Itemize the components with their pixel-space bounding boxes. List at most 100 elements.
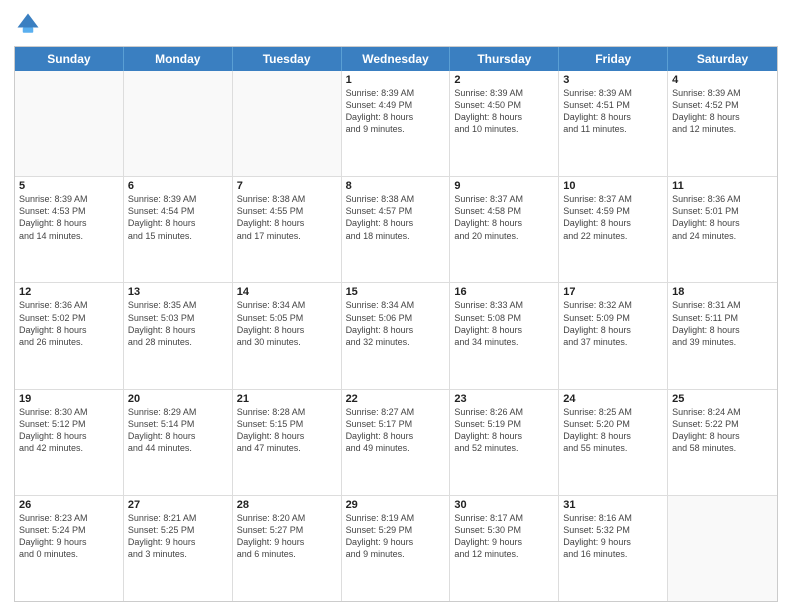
header-day: Thursday <box>450 47 559 71</box>
calendar-cell <box>668 496 777 601</box>
day-number: 22 <box>346 393 446 405</box>
header-day: Monday <box>124 47 233 71</box>
day-number: 28 <box>237 499 337 511</box>
page: SundayMondayTuesdayWednesdayThursdayFrid… <box>0 0 792 612</box>
calendar-cell: 15Sunrise: 8:34 AM Sunset: 5:06 PM Dayli… <box>342 283 451 388</box>
calendar-cell: 29Sunrise: 8:19 AM Sunset: 5:29 PM Dayli… <box>342 496 451 601</box>
logo <box>14 10 46 38</box>
day-number: 2 <box>454 74 554 86</box>
day-number: 20 <box>128 393 228 405</box>
cell-info: Sunrise: 8:33 AM Sunset: 5:08 PM Dayligh… <box>454 299 554 348</box>
cell-info: Sunrise: 8:28 AM Sunset: 5:15 PM Dayligh… <box>237 406 337 455</box>
cell-info: Sunrise: 8:23 AM Sunset: 5:24 PM Dayligh… <box>19 512 119 561</box>
day-number: 7 <box>237 180 337 192</box>
day-number: 13 <box>128 286 228 298</box>
day-number: 5 <box>19 180 119 192</box>
calendar-cell: 31Sunrise: 8:16 AM Sunset: 5:32 PM Dayli… <box>559 496 668 601</box>
day-number: 24 <box>563 393 663 405</box>
calendar-cell: 8Sunrise: 8:38 AM Sunset: 4:57 PM Daylig… <box>342 177 451 282</box>
logo-icon <box>14 10 42 38</box>
day-number: 31 <box>563 499 663 511</box>
calendar: SundayMondayTuesdayWednesdayThursdayFrid… <box>14 46 778 602</box>
calendar-cell <box>15 71 124 176</box>
day-number: 10 <box>563 180 663 192</box>
calendar-cell: 3Sunrise: 8:39 AM Sunset: 4:51 PM Daylig… <box>559 71 668 176</box>
calendar-cell <box>124 71 233 176</box>
cell-info: Sunrise: 8:16 AM Sunset: 5:32 PM Dayligh… <box>563 512 663 561</box>
calendar-cell: 6Sunrise: 8:39 AM Sunset: 4:54 PM Daylig… <box>124 177 233 282</box>
header-day: Saturday <box>668 47 777 71</box>
cell-info: Sunrise: 8:38 AM Sunset: 4:55 PM Dayligh… <box>237 193 337 242</box>
calendar-cell: 1Sunrise: 8:39 AM Sunset: 4:49 PM Daylig… <box>342 71 451 176</box>
header-day: Wednesday <box>342 47 451 71</box>
calendar-cell: 17Sunrise: 8:32 AM Sunset: 5:09 PM Dayli… <box>559 283 668 388</box>
calendar-cell: 10Sunrise: 8:37 AM Sunset: 4:59 PM Dayli… <box>559 177 668 282</box>
calendar-cell: 28Sunrise: 8:20 AM Sunset: 5:27 PM Dayli… <box>233 496 342 601</box>
cell-info: Sunrise: 8:37 AM Sunset: 4:59 PM Dayligh… <box>563 193 663 242</box>
calendar-cell: 19Sunrise: 8:30 AM Sunset: 5:12 PM Dayli… <box>15 390 124 495</box>
calendar-cell: 18Sunrise: 8:31 AM Sunset: 5:11 PM Dayli… <box>668 283 777 388</box>
header-day: Tuesday <box>233 47 342 71</box>
calendar-cell: 20Sunrise: 8:29 AM Sunset: 5:14 PM Dayli… <box>124 390 233 495</box>
cell-info: Sunrise: 8:34 AM Sunset: 5:06 PM Dayligh… <box>346 299 446 348</box>
calendar-cell: 24Sunrise: 8:25 AM Sunset: 5:20 PM Dayli… <box>559 390 668 495</box>
day-number: 25 <box>672 393 773 405</box>
calendar-cell: 7Sunrise: 8:38 AM Sunset: 4:55 PM Daylig… <box>233 177 342 282</box>
day-number: 17 <box>563 286 663 298</box>
calendar-cell <box>233 71 342 176</box>
calendar-cell: 22Sunrise: 8:27 AM Sunset: 5:17 PM Dayli… <box>342 390 451 495</box>
cell-info: Sunrise: 8:27 AM Sunset: 5:17 PM Dayligh… <box>346 406 446 455</box>
calendar-week-row: 12Sunrise: 8:36 AM Sunset: 5:02 PM Dayli… <box>15 283 777 389</box>
day-number: 21 <box>237 393 337 405</box>
cell-info: Sunrise: 8:31 AM Sunset: 5:11 PM Dayligh… <box>672 299 773 348</box>
cell-info: Sunrise: 8:21 AM Sunset: 5:25 PM Dayligh… <box>128 512 228 561</box>
calendar-cell: 2Sunrise: 8:39 AM Sunset: 4:50 PM Daylig… <box>450 71 559 176</box>
calendar-cell: 27Sunrise: 8:21 AM Sunset: 5:25 PM Dayli… <box>124 496 233 601</box>
cell-info: Sunrise: 8:39 AM Sunset: 4:53 PM Dayligh… <box>19 193 119 242</box>
header-day: Sunday <box>15 47 124 71</box>
day-number: 1 <box>346 74 446 86</box>
cell-info: Sunrise: 8:36 AM Sunset: 5:02 PM Dayligh… <box>19 299 119 348</box>
day-number: 19 <box>19 393 119 405</box>
day-number: 18 <box>672 286 773 298</box>
cell-info: Sunrise: 8:17 AM Sunset: 5:30 PM Dayligh… <box>454 512 554 561</box>
calendar-cell: 5Sunrise: 8:39 AM Sunset: 4:53 PM Daylig… <box>15 177 124 282</box>
cell-info: Sunrise: 8:30 AM Sunset: 5:12 PM Dayligh… <box>19 406 119 455</box>
day-number: 27 <box>128 499 228 511</box>
calendar-header: SundayMondayTuesdayWednesdayThursdayFrid… <box>15 47 777 71</box>
cell-info: Sunrise: 8:35 AM Sunset: 5:03 PM Dayligh… <box>128 299 228 348</box>
calendar-cell: 23Sunrise: 8:26 AM Sunset: 5:19 PM Dayli… <box>450 390 559 495</box>
calendar-week-row: 19Sunrise: 8:30 AM Sunset: 5:12 PM Dayli… <box>15 390 777 496</box>
calendar-week-row: 26Sunrise: 8:23 AM Sunset: 5:24 PM Dayli… <box>15 496 777 601</box>
cell-info: Sunrise: 8:39 AM Sunset: 4:52 PM Dayligh… <box>672 87 773 136</box>
calendar-cell: 30Sunrise: 8:17 AM Sunset: 5:30 PM Dayli… <box>450 496 559 601</box>
day-number: 3 <box>563 74 663 86</box>
calendar-cell: 16Sunrise: 8:33 AM Sunset: 5:08 PM Dayli… <box>450 283 559 388</box>
day-number: 12 <box>19 286 119 298</box>
day-number: 8 <box>346 180 446 192</box>
header-day: Friday <box>559 47 668 71</box>
cell-info: Sunrise: 8:25 AM Sunset: 5:20 PM Dayligh… <box>563 406 663 455</box>
cell-info: Sunrise: 8:24 AM Sunset: 5:22 PM Dayligh… <box>672 406 773 455</box>
cell-info: Sunrise: 8:39 AM Sunset: 4:54 PM Dayligh… <box>128 193 228 242</box>
calendar-cell: 14Sunrise: 8:34 AM Sunset: 5:05 PM Dayli… <box>233 283 342 388</box>
day-number: 23 <box>454 393 554 405</box>
day-number: 29 <box>346 499 446 511</box>
header <box>14 10 778 38</box>
cell-info: Sunrise: 8:39 AM Sunset: 4:50 PM Dayligh… <box>454 87 554 136</box>
calendar-cell: 9Sunrise: 8:37 AM Sunset: 4:58 PM Daylig… <box>450 177 559 282</box>
cell-info: Sunrise: 8:38 AM Sunset: 4:57 PM Dayligh… <box>346 193 446 242</box>
cell-info: Sunrise: 8:32 AM Sunset: 5:09 PM Dayligh… <box>563 299 663 348</box>
calendar-cell: 26Sunrise: 8:23 AM Sunset: 5:24 PM Dayli… <box>15 496 124 601</box>
calendar-cell: 21Sunrise: 8:28 AM Sunset: 5:15 PM Dayli… <box>233 390 342 495</box>
cell-info: Sunrise: 8:39 AM Sunset: 4:49 PM Dayligh… <box>346 87 446 136</box>
cell-info: Sunrise: 8:36 AM Sunset: 5:01 PM Dayligh… <box>672 193 773 242</box>
day-number: 14 <box>237 286 337 298</box>
calendar-week-row: 5Sunrise: 8:39 AM Sunset: 4:53 PM Daylig… <box>15 177 777 283</box>
day-number: 16 <box>454 286 554 298</box>
cell-info: Sunrise: 8:19 AM Sunset: 5:29 PM Dayligh… <box>346 512 446 561</box>
calendar-cell: 13Sunrise: 8:35 AM Sunset: 5:03 PM Dayli… <box>124 283 233 388</box>
calendar-cell: 4Sunrise: 8:39 AM Sunset: 4:52 PM Daylig… <box>668 71 777 176</box>
cell-info: Sunrise: 8:26 AM Sunset: 5:19 PM Dayligh… <box>454 406 554 455</box>
day-number: 11 <box>672 180 773 192</box>
